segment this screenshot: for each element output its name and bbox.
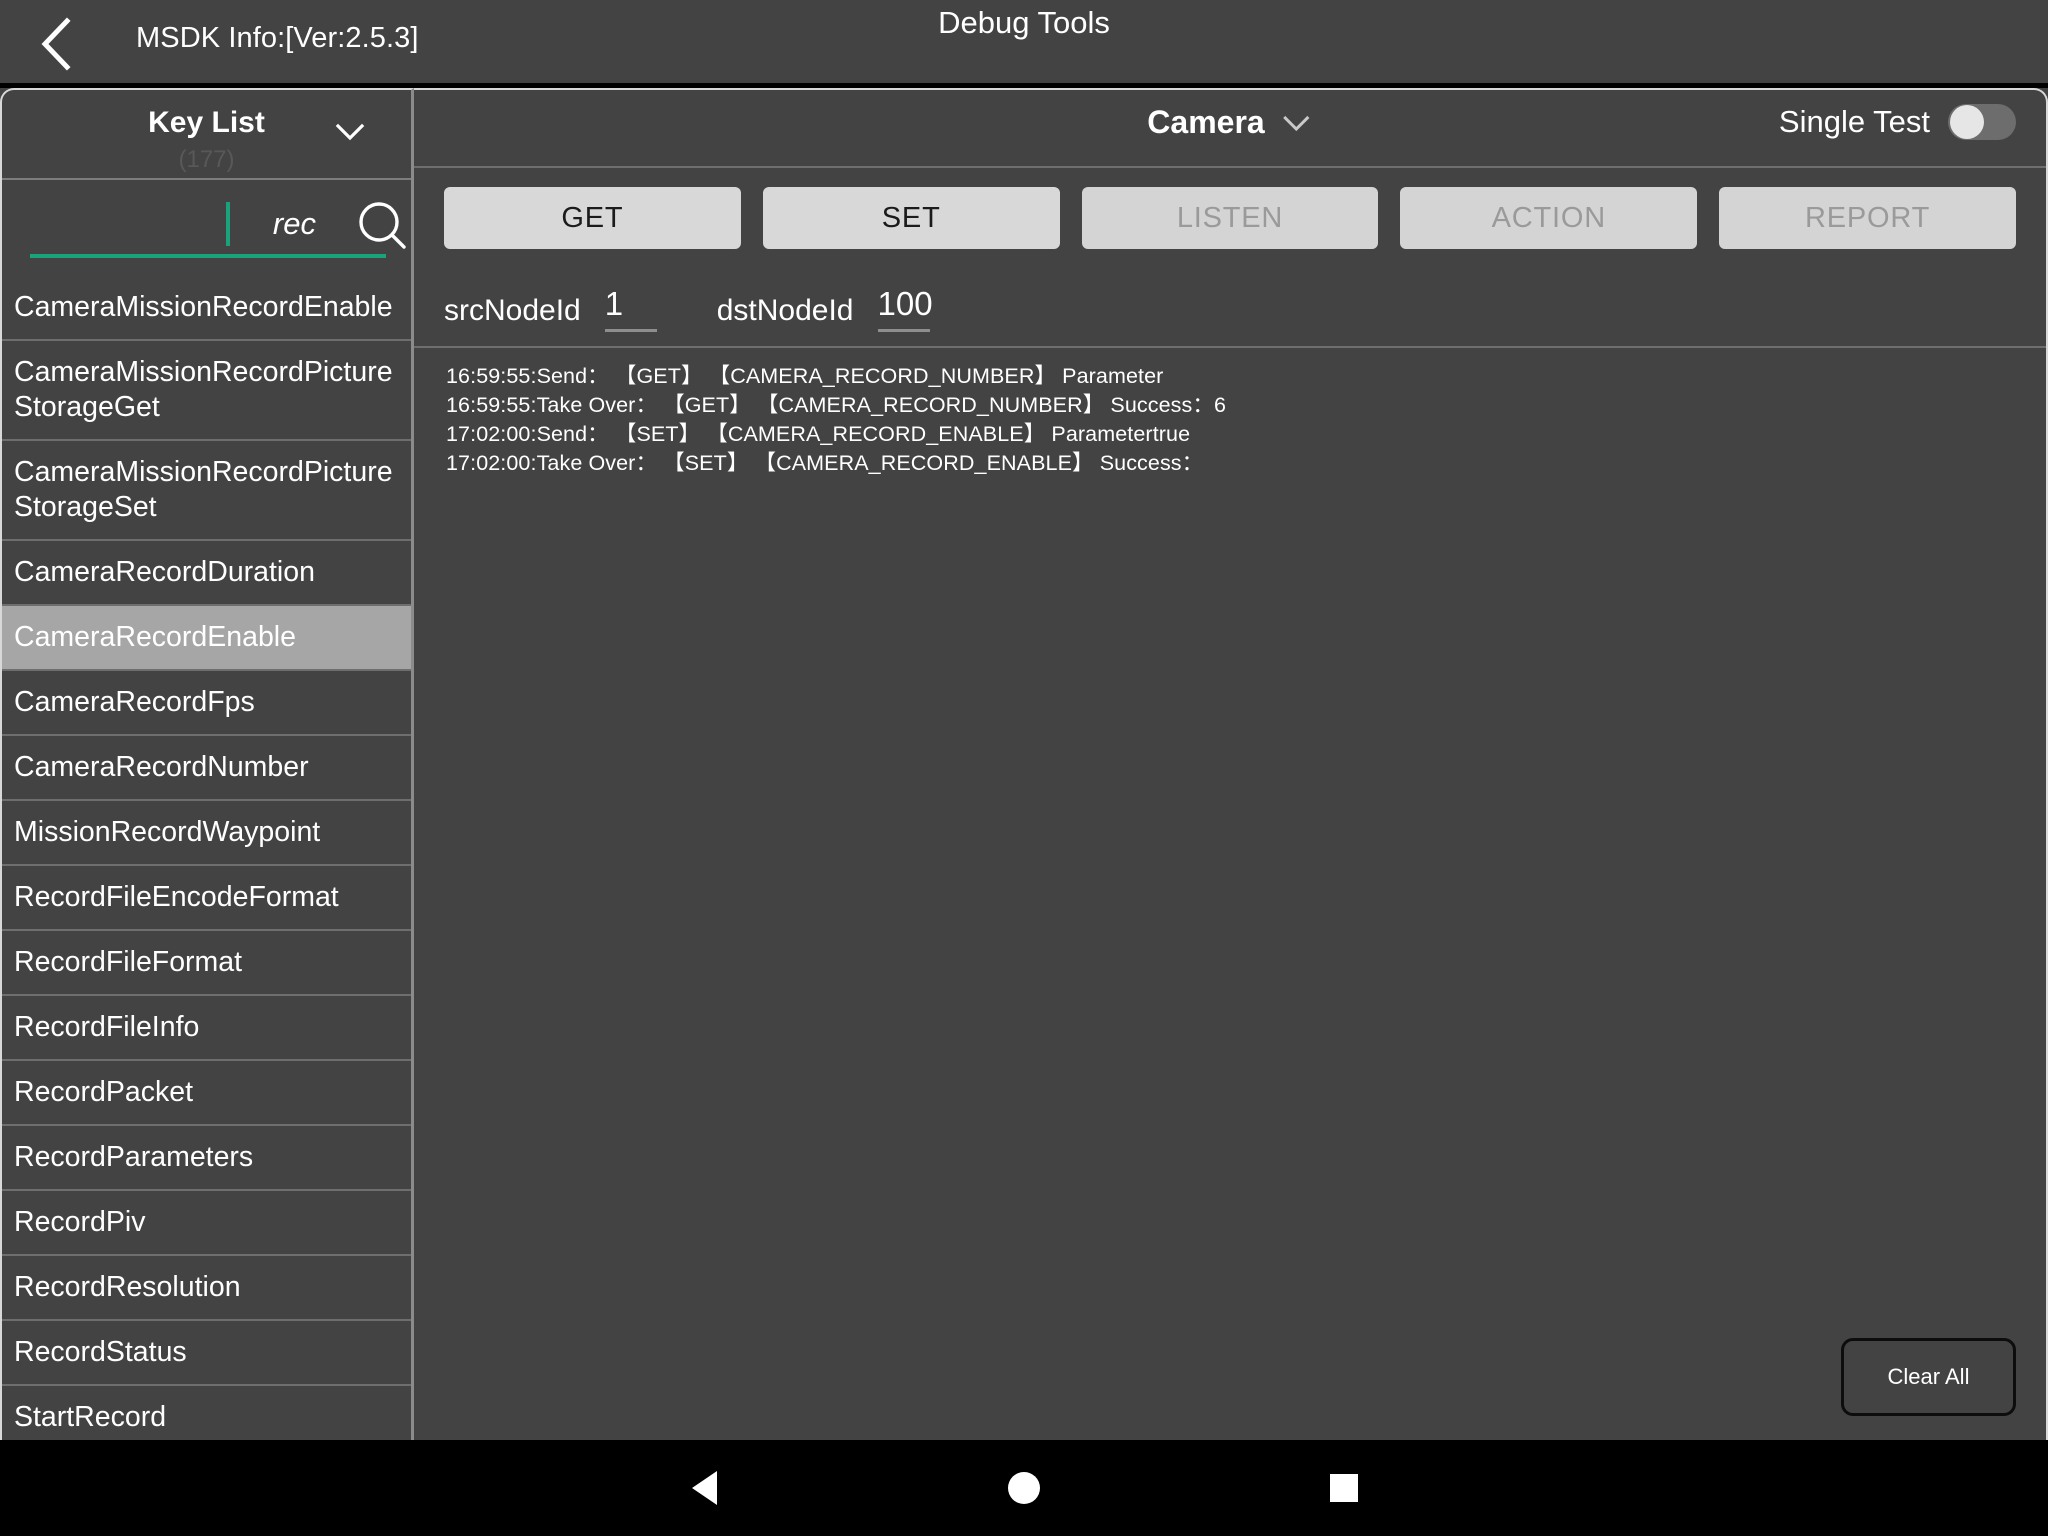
app-root: MSDK Info:[Ver:2.5.3] Debug Tools Key Li… xyxy=(0,0,2048,1536)
back-chevron-icon[interactable] xyxy=(36,16,78,72)
list-item-label: CameraRecordFps xyxy=(14,686,255,718)
log-line: 16:59:55:Send： 【GET】 【CAMERA_RECORD_NUMB… xyxy=(446,364,1164,388)
list-item-label: RecordResolution xyxy=(14,1271,241,1303)
search-input[interactable] xyxy=(30,200,326,248)
list-item[interactable]: MissionRecordWaypoint xyxy=(2,801,411,866)
log-line: 17:02:00:Take Over： 【SET】 【CAMERA_RECORD… xyxy=(446,451,1204,475)
debug-panel-header: Camera Single Test xyxy=(414,90,2046,168)
log-output-area[interactable]: 16:59:55:Send： 【GET】 【CAMERA_RECORD_NUMB… xyxy=(414,348,2046,1440)
list-item[interactable]: CameraRecordDuration xyxy=(2,541,411,606)
action-buttons-row: GET SET LISTEN ACTION REPORT xyxy=(414,168,2046,268)
key-list-count: (177) xyxy=(178,146,235,173)
msdk-info-label: MSDK Info:[Ver:2.5.3] xyxy=(136,22,419,54)
single-test-control[interactable]: Single Test xyxy=(1779,104,2016,140)
key-list-header: Key List (177) xyxy=(2,90,411,180)
nav-home-button[interactable] xyxy=(934,1440,1114,1536)
src-node-group: srcNodeId xyxy=(444,282,663,332)
nav-back-button[interactable] xyxy=(614,1440,794,1536)
list-item[interactable]: CameraRecordFps xyxy=(2,671,411,736)
top-app-bar: MSDK Info:[Ver:2.5.3] Debug Tools xyxy=(0,0,2048,88)
src-node-input[interactable] xyxy=(604,282,663,326)
list-item[interactable]: RecordResolution xyxy=(2,1256,411,1321)
list-item-label: RecordStatus xyxy=(14,1336,187,1368)
list-item-label: StartRecord xyxy=(14,1401,167,1433)
list-item-label: CameraMissionRecordPictureStorageSet xyxy=(14,456,393,523)
home-circle-icon xyxy=(1008,1472,1040,1504)
chevron-down-icon[interactable] xyxy=(333,114,367,148)
list-item-label: MissionRecordWaypoint xyxy=(14,816,321,848)
log-line: 16:59:55:Take Over： 【GET】 【CAMERA_RECORD… xyxy=(446,393,1227,417)
node-id-row: srcNodeId dstNodeId xyxy=(414,268,2046,348)
nav-recents-button[interactable] xyxy=(1254,1440,1434,1536)
list-item-label: CameraMissionRecordPictureStorageGet xyxy=(14,356,393,423)
key-search-field xyxy=(30,200,406,258)
list-item-label: CameraMissionRecordEnable xyxy=(14,291,393,323)
list-item[interactable]: RecordPiv xyxy=(2,1191,411,1256)
list-item[interactable]: CameraRecordNumber xyxy=(2,736,411,801)
dst-node-input[interactable] xyxy=(877,282,936,326)
log-line: 17:02:00:Send： 【SET】 【CAMERA_RECORD_ENAB… xyxy=(446,422,1191,446)
content-area: Key List (177) rec CameraMissionRecordEn… xyxy=(0,88,2048,1440)
dst-node-group: dstNodeId xyxy=(717,282,936,332)
list-item-label: RecordPiv xyxy=(14,1206,146,1238)
dst-node-input-wrap xyxy=(877,282,936,332)
list-item[interactable]: CameraMissionRecordEnable xyxy=(2,276,411,341)
page-title: Debug Tools xyxy=(938,5,1110,40)
toggle-knob xyxy=(1950,105,1984,139)
single-test-toggle[interactable] xyxy=(1948,104,2016,140)
report-button: REPORT xyxy=(1719,187,2016,249)
src-node-underline xyxy=(604,329,657,332)
list-item[interactable]: CameraRecordEnable xyxy=(2,606,411,671)
get-button[interactable]: GET xyxy=(444,187,741,249)
module-label: Camera xyxy=(1147,104,1265,140)
module-selector[interactable]: Camera xyxy=(1147,104,1312,141)
src-node-input-wrap xyxy=(604,282,663,332)
list-item-label: RecordParameters xyxy=(14,1141,254,1173)
src-node-label: srcNodeId xyxy=(444,294,581,327)
list-item-label: RecordPacket xyxy=(14,1076,194,1108)
listen-button: LISTEN xyxy=(1081,187,1379,249)
key-search-row xyxy=(2,180,411,276)
list-item[interactable]: RecordFileInfo xyxy=(2,996,411,1061)
list-item[interactable]: RecordFileFormat xyxy=(2,931,411,996)
list-item[interactable]: RecordPacket xyxy=(2,1061,411,1126)
single-test-label: Single Test xyxy=(1778,104,1930,139)
list-item[interactable]: RecordStatus xyxy=(2,1321,411,1386)
list-item-label: RecordFileInfo xyxy=(14,1011,200,1043)
search-underline xyxy=(30,254,386,258)
log-lines: 16:59:55:Send： 【GET】 【CAMERA_RECORD_NUMB… xyxy=(422,362,2046,478)
android-navigation-bar xyxy=(0,1440,2048,1536)
list-item[interactable]: StartRecord xyxy=(2,1386,411,1440)
list-item[interactable]: RecordFileEncodeFormat xyxy=(2,866,411,931)
dst-node-label: dstNodeId xyxy=(716,294,854,327)
list-item-label: RecordFileFormat xyxy=(14,946,243,978)
chevron-down-icon xyxy=(1281,107,1313,139)
list-item[interactable]: CameraMissionRecordPictureStorageSet xyxy=(2,441,411,541)
back-triangle-icon xyxy=(691,1471,717,1505)
key-list-panel: Key List (177) rec CameraMissionRecordEn… xyxy=(0,88,414,1440)
dst-node-underline xyxy=(877,329,930,332)
list-item-label: CameraRecordEnable xyxy=(14,621,296,653)
set-button[interactable]: SET xyxy=(762,187,1060,249)
clear-all-button[interactable]: Clear All xyxy=(1841,1338,2016,1416)
list-item[interactable]: CameraMissionRecordPictureStorageGet xyxy=(2,341,411,441)
list-item[interactable]: RecordParameters xyxy=(2,1126,411,1191)
key-list[interactable]: CameraMissionRecordEnable CameraMissionRe… xyxy=(2,276,411,1440)
text-caret xyxy=(226,202,230,246)
list-item-label: CameraRecordNumber xyxy=(14,751,309,783)
action-button: ACTION xyxy=(1400,187,1698,249)
recents-square-icon xyxy=(1330,1474,1358,1502)
list-item-label: RecordFileEncodeFormat xyxy=(14,881,339,913)
search-icon[interactable] xyxy=(352,196,411,256)
debug-panel: Camera Single Test GET SET LISTEN ACTION REP… xyxy=(414,88,2048,1440)
list-item-label: CameraRecordDuration xyxy=(14,556,315,588)
